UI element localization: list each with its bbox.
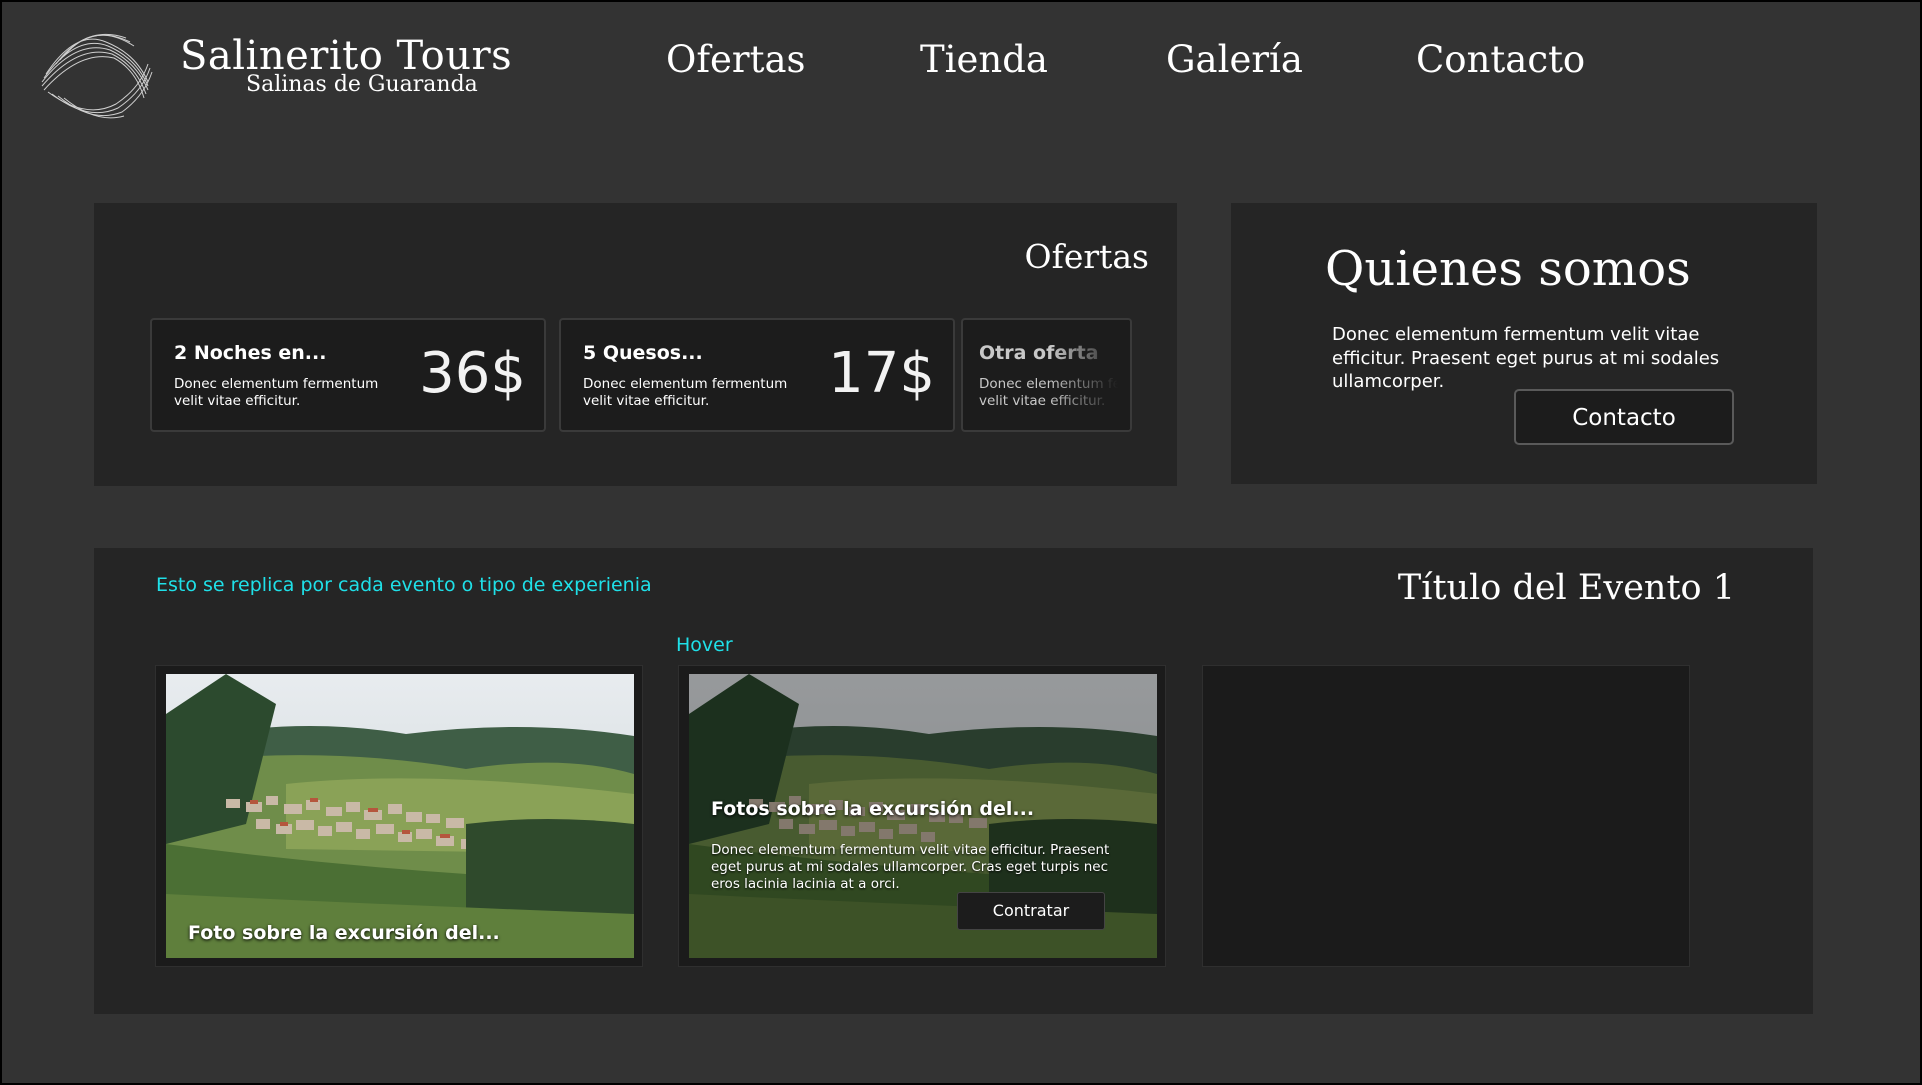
nav-item-tienda[interactable]: Tienda bbox=[920, 38, 1048, 81]
nav-item-contacto[interactable]: Contacto bbox=[1416, 38, 1585, 81]
nav-item-ofertas[interactable]: Ofertas bbox=[666, 38, 806, 81]
page-frame: Salinerito Tours Salinas de Guaranda Ofe… bbox=[0, 0, 1922, 1085]
event-photo-placeholder[interactable] bbox=[1202, 665, 1690, 967]
offer-card-desc: Donec elementum fermentum velit vitae ef… bbox=[583, 376, 788, 409]
offers-panel: Ofertas 2 Noches en... Donec elementum f… bbox=[94, 203, 1177, 486]
contact-button[interactable]: Contacto bbox=[1514, 389, 1734, 445]
about-panel: Quienes somos Donec elementum fermentum … bbox=[1231, 203, 1817, 484]
events-panel: Esto se replica por cada evento o tipo d… bbox=[94, 548, 1813, 1014]
about-title: Quienes somos bbox=[1325, 241, 1691, 297]
offer-card-title: Otra oferta bbox=[979, 342, 1099, 364]
photo-caption: Foto sobre la excursión del... bbox=[188, 922, 500, 944]
about-text: Donec elementum fermentum velit vitae ef… bbox=[1332, 324, 1720, 392]
logo-icon[interactable] bbox=[36, 24, 154, 120]
hover-note: Hover bbox=[676, 634, 733, 656]
event-photo-tile[interactable]: Foto sobre la excursión del... bbox=[155, 665, 643, 967]
offer-card-desc: Donec elementum fermentum velit vitae ef… bbox=[174, 376, 379, 409]
event-photo[interactable]: Fotos sobre la excursión del... Donec el… bbox=[689, 674, 1157, 958]
offer-card-price: 36$ bbox=[419, 341, 526, 406]
contratar-button[interactable]: Contratar bbox=[957, 892, 1105, 930]
nav-item-galeria[interactable]: Galería bbox=[1166, 38, 1303, 81]
offer-card-partial[interactable]: Otra oferta Donec elementum fermentum ve… bbox=[961, 318, 1132, 432]
event-title: Título del Evento 1 bbox=[1397, 568, 1735, 608]
event-photo-tile-hover[interactable]: Fotos sobre la excursión del... Donec el… bbox=[678, 665, 1166, 967]
annotation-note: Esto se replica por cada evento o tipo d… bbox=[156, 574, 652, 596]
offer-card[interactable]: 2 Noches en... Donec elementum fermentum… bbox=[150, 318, 546, 432]
offer-card-title: 5 Quesos... bbox=[583, 342, 703, 364]
offer-card[interactable]: 5 Quesos... Donec elementum fermentum ve… bbox=[559, 318, 955, 432]
hover-title: Fotos sobre la excursión del... bbox=[711, 798, 1035, 820]
offer-card-desc: Donec elementum fermentum velit vitae ef… bbox=[979, 376, 1130, 409]
offer-card-title: 2 Noches en... bbox=[174, 342, 327, 364]
brand[interactable]: Salinerito Tours Salinas de Guaranda bbox=[180, 34, 512, 97]
event-photo[interactable]: Foto sobre la excursión del... bbox=[166, 674, 634, 958]
hover-description: Donec elementum fermentum velit vitae ef… bbox=[711, 842, 1110, 892]
brand-subtitle: Salinas de Guaranda bbox=[246, 72, 478, 97]
offers-title: Ofertas bbox=[1024, 237, 1149, 276]
offer-card-price: 17$ bbox=[828, 341, 935, 406]
